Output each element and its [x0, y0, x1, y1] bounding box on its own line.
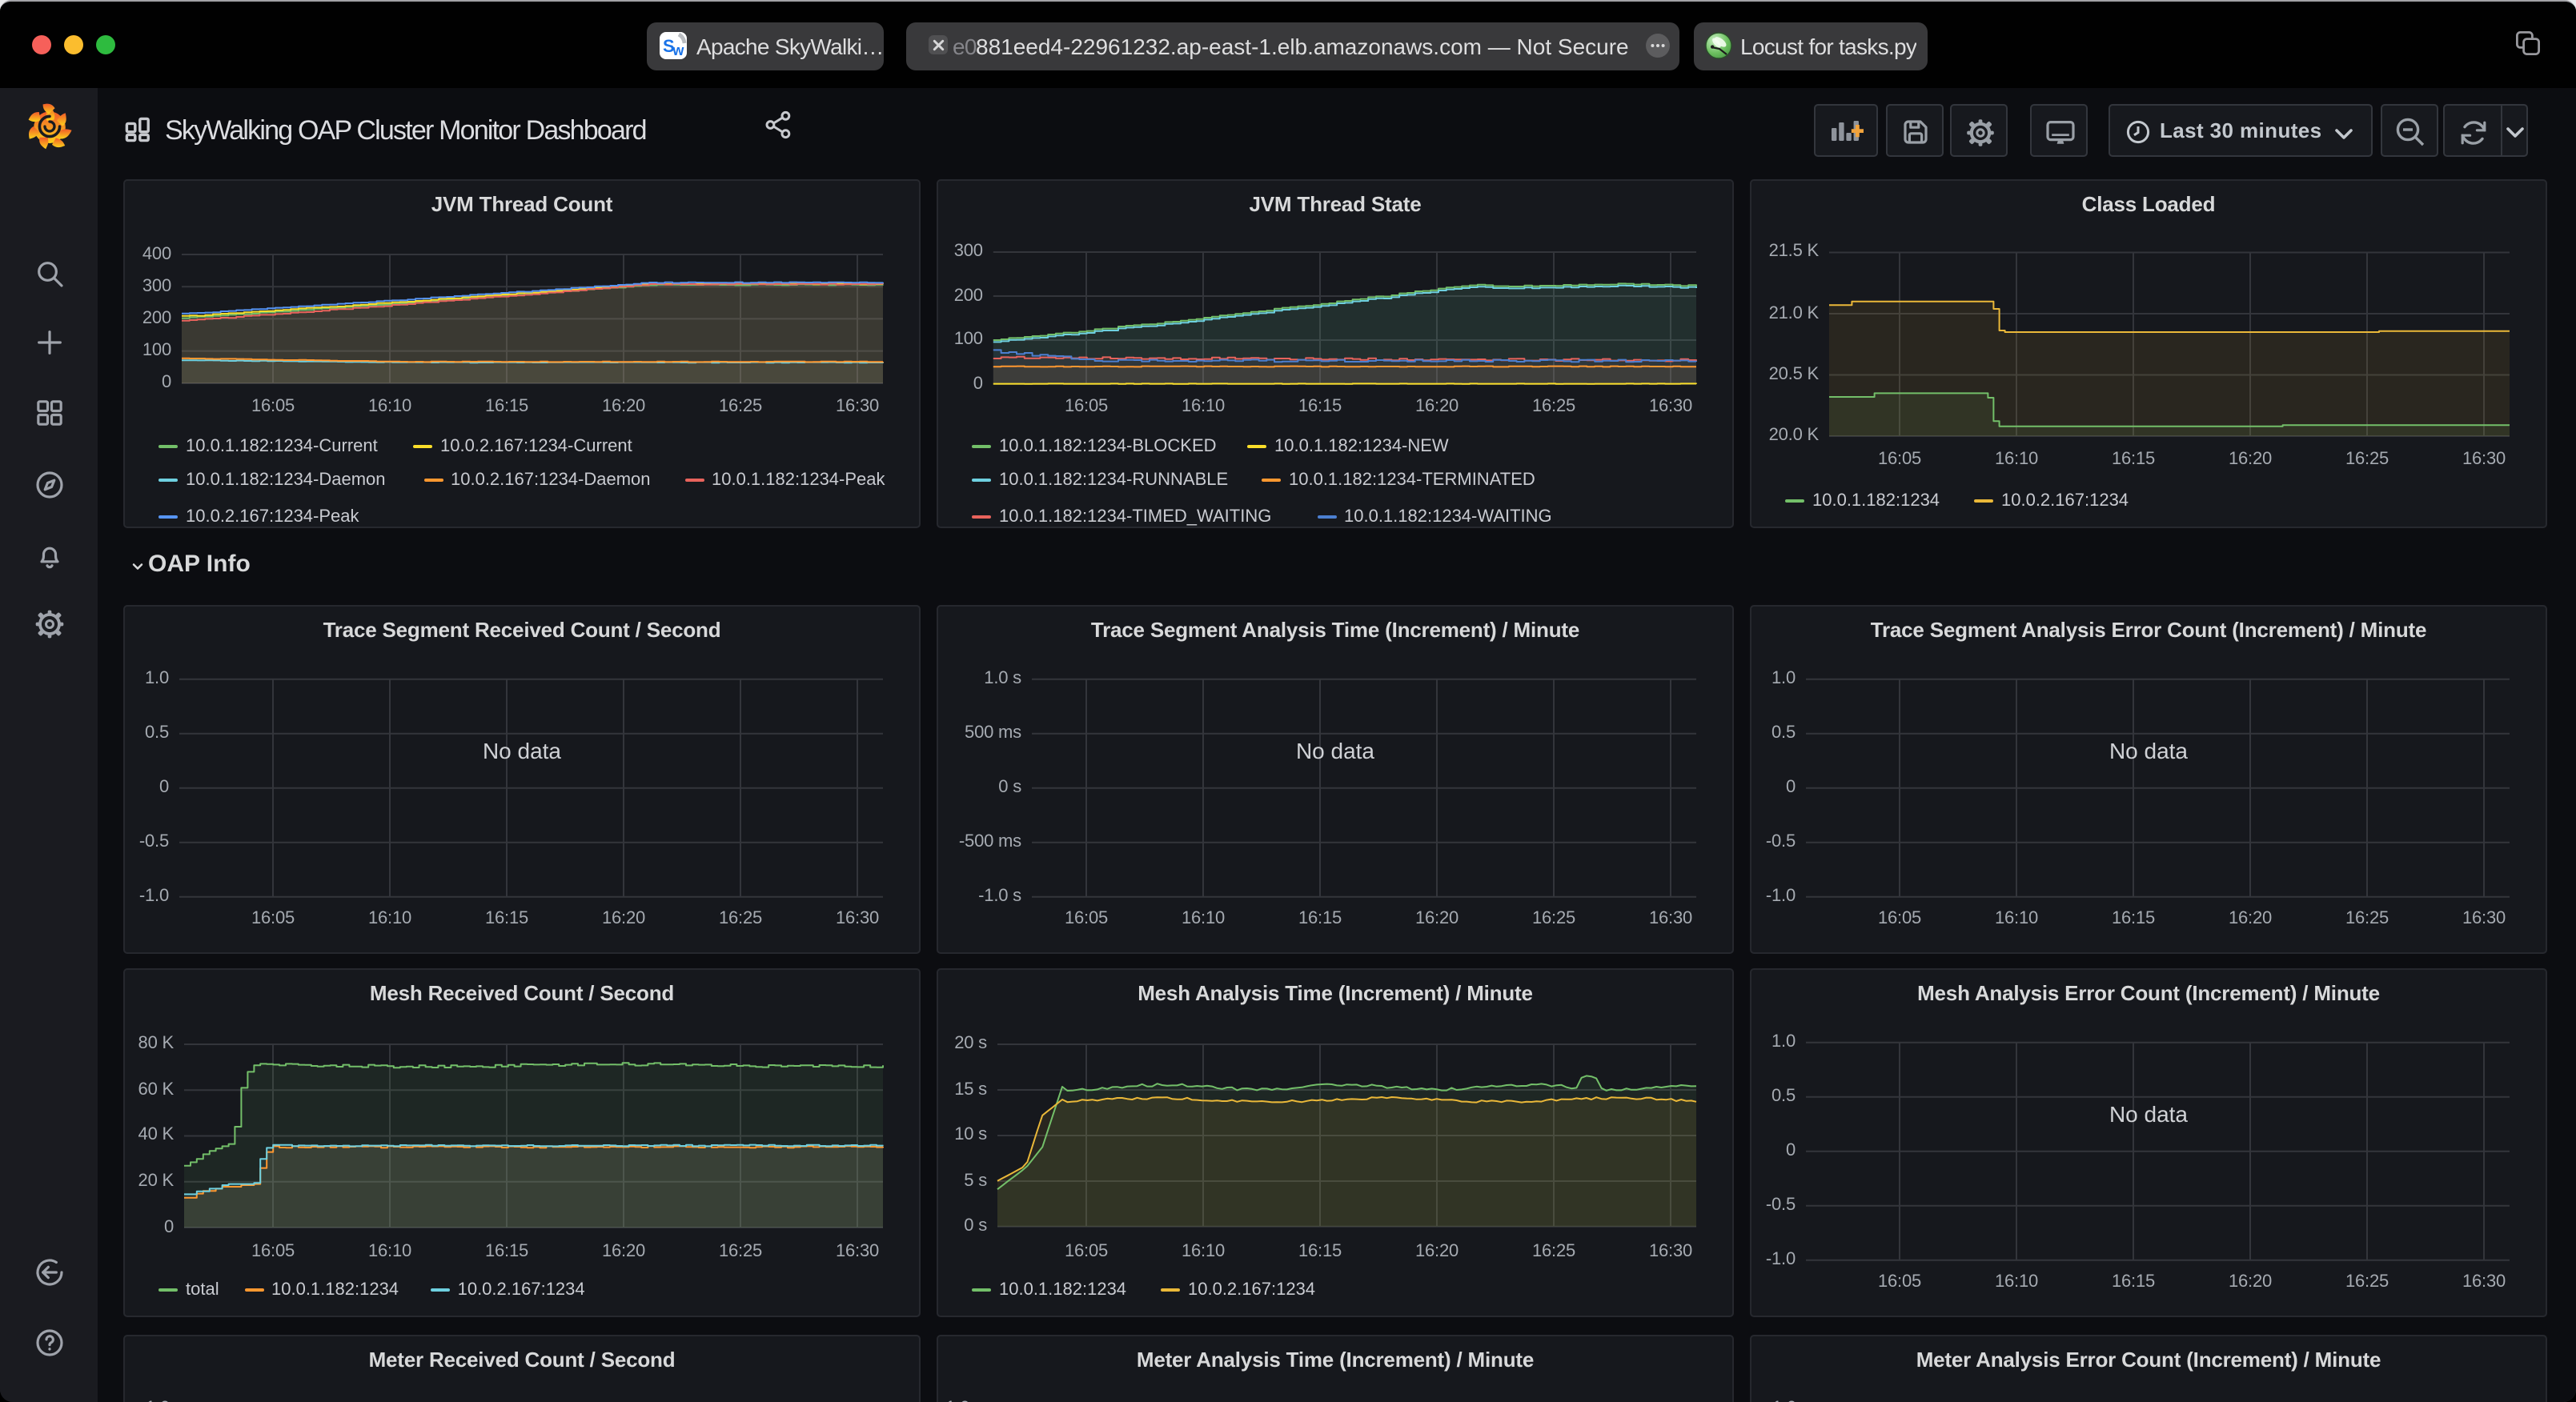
svg-text:w: w: [672, 42, 684, 58]
